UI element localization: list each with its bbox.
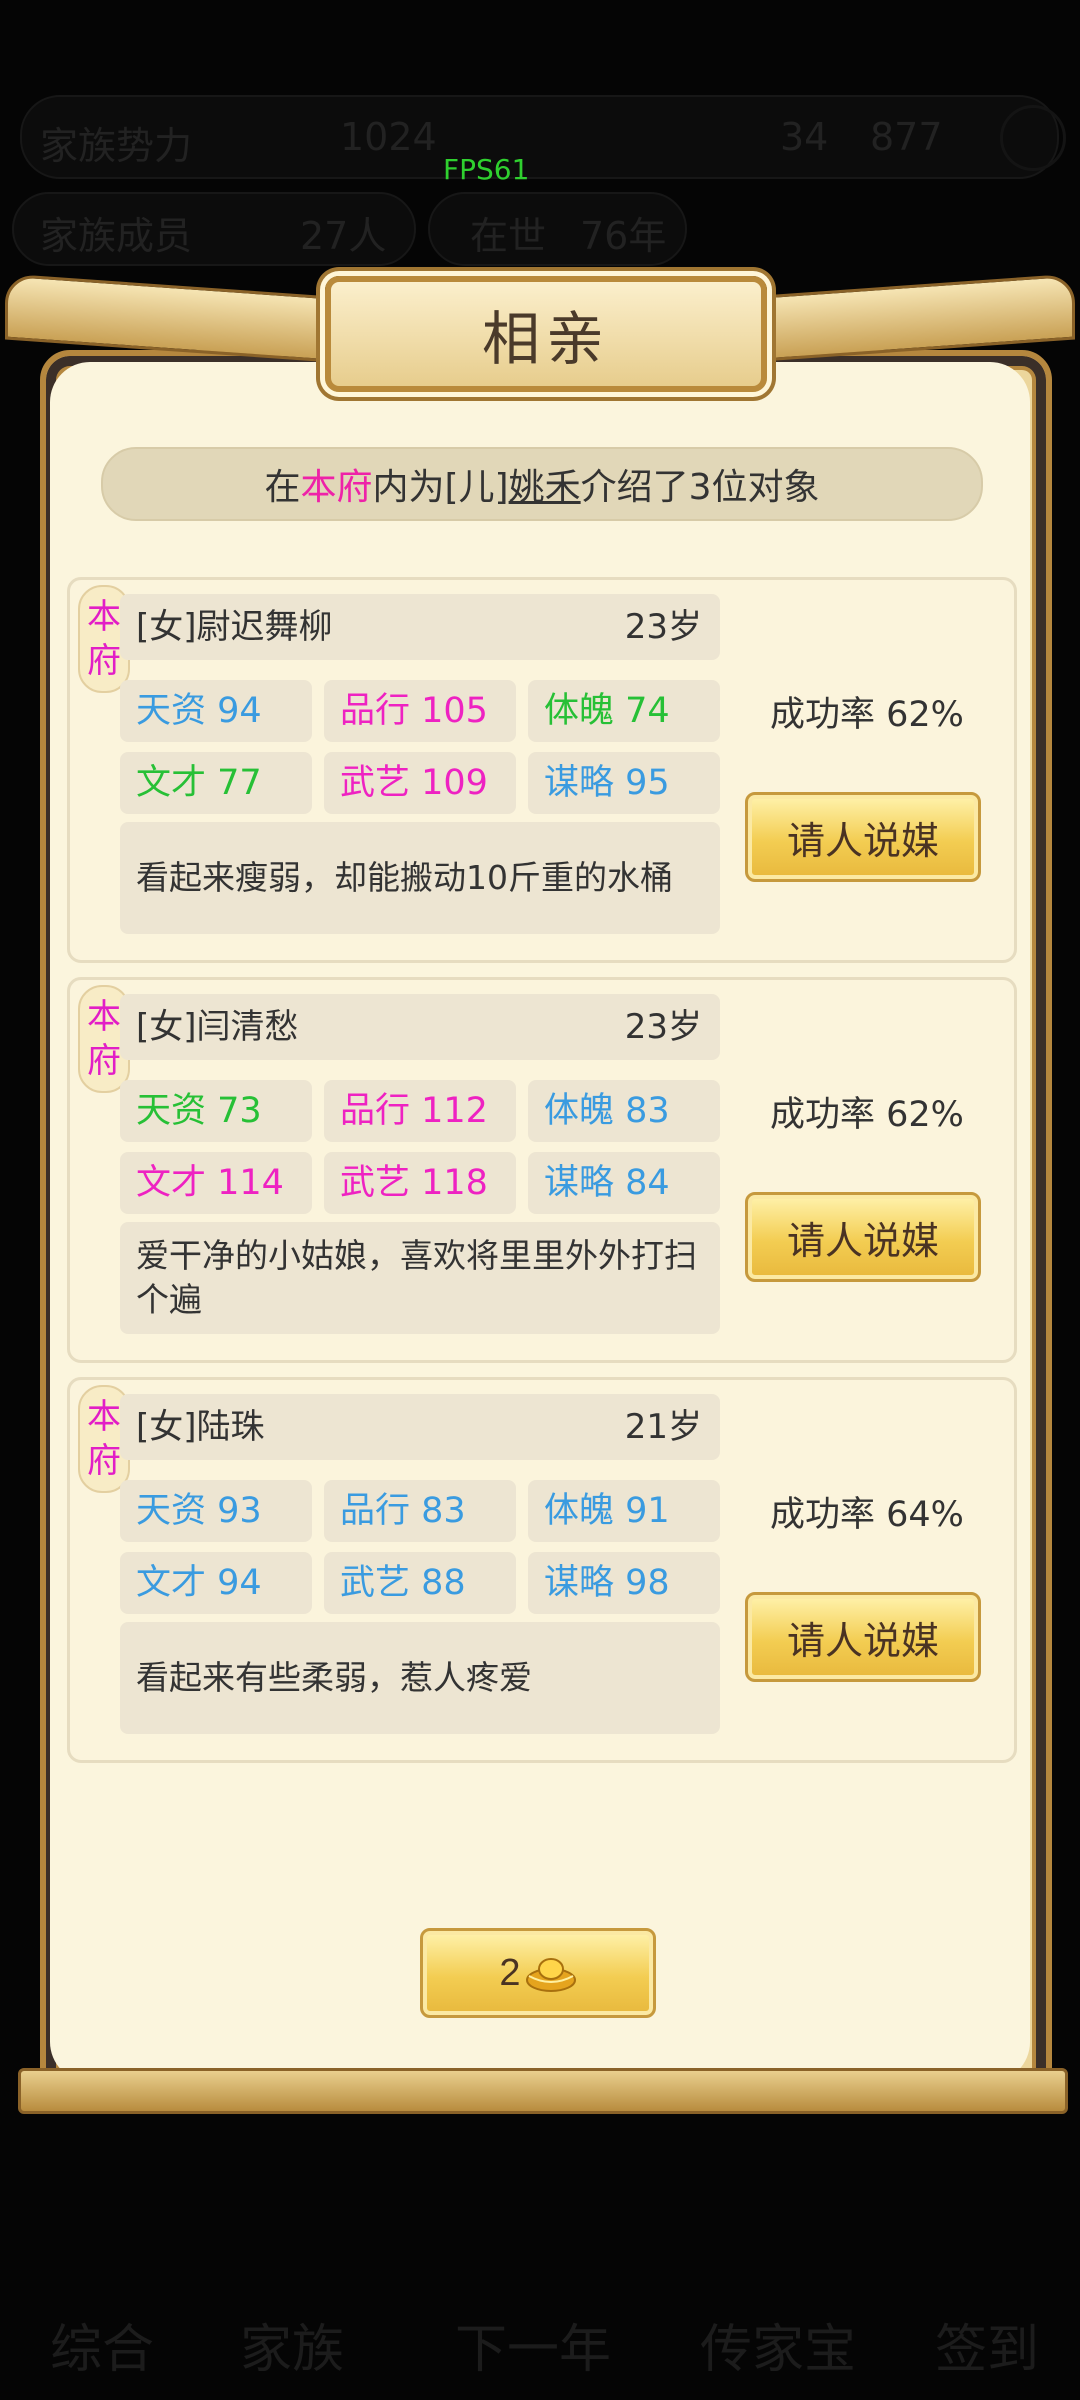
success-rate: 成功率 64% bbox=[770, 1495, 964, 1535]
candidate-card: 本 府 [女]尉迟舞柳 23岁 天资 94 品行 105 体魄 74 文才 77 武艺 1… bbox=[67, 577, 1017, 963]
gold-ingot-icon bbox=[525, 1958, 576, 1992]
candidate-description: 看起来有些柔弱，惹人疼爱 bbox=[120, 1622, 720, 1734]
candidate-stat: 体魄 91 bbox=[528, 1480, 720, 1542]
bg-members-label: 家族成员 bbox=[40, 214, 193, 258]
bg-gem-value: 34 bbox=[780, 115, 829, 159]
nav-general: 综合 bbox=[50, 2320, 155, 2380]
candidate-stat: 天资 94 bbox=[120, 680, 312, 742]
candidate-name: [女]尉迟舞柳 bbox=[136, 607, 333, 647]
candidate-name-row: [女]闫清愁 23岁 bbox=[120, 994, 720, 1060]
candidate-stat: 天资 73 bbox=[120, 1080, 312, 1142]
intro-son-name[interactable]: 姚禾 bbox=[509, 458, 581, 510]
bottom-nav-bg: 综合 家族 下一年 传家宝 签到 bbox=[0, 2200, 1080, 2400]
bg-help-icon bbox=[1000, 105, 1066, 171]
success-rate: 成功率 62% bbox=[770, 695, 964, 735]
candidate-age: 23岁 bbox=[624, 607, 702, 647]
dialog-title: 相亲 bbox=[325, 276, 767, 392]
refresh-candidates-button[interactable]: 2 bbox=[420, 1928, 656, 2018]
candidate-stat: 武艺 88 bbox=[324, 1552, 516, 1614]
candidate-stat: 体魄 83 bbox=[528, 1080, 720, 1142]
matchmake-button[interactable]: 请人说媒 bbox=[745, 1192, 981, 1282]
title-wing-left bbox=[5, 273, 361, 365]
bg-alive-value: 76年 bbox=[580, 214, 667, 258]
bg-alive-label: 在世 bbox=[470, 214, 547, 258]
intro-house: 本府 bbox=[300, 467, 373, 508]
candidate-stat: 武艺 118 bbox=[324, 1152, 516, 1214]
candidate-stat: 谋略 95 bbox=[528, 752, 720, 814]
nav-signin: 签到 bbox=[935, 2320, 1040, 2380]
candidate-name-row: [女]尉迟舞柳 23岁 bbox=[120, 594, 720, 660]
candidate-stat: 武艺 109 bbox=[324, 752, 516, 814]
candidate-stat: 品行 105 bbox=[324, 680, 516, 742]
candidate-stat: 文才 94 bbox=[120, 1552, 312, 1614]
candidate-stat: 谋略 84 bbox=[528, 1152, 720, 1214]
candidate-stat: 文才 77 bbox=[120, 752, 312, 814]
candidate-description: 爱干净的小姑娘，喜欢将里里外外打扫个遍 bbox=[120, 1222, 720, 1334]
candidate-stat: 品行 112 bbox=[324, 1080, 516, 1142]
candidate-name: [女]陆珠 bbox=[136, 1407, 265, 1447]
bg-power-label: 家族势力 bbox=[40, 124, 193, 168]
intro-banner: 在 本府 内为[儿] 姚禾 介绍了3位对象 bbox=[101, 447, 983, 521]
candidate-card: 本 府 [女]陆珠 21岁 天资 93 品行 83 体魄 91 文才 94 武艺 88 谋略… bbox=[67, 1377, 1017, 1763]
candidate-age: 23岁 bbox=[624, 1007, 702, 1047]
intro-text-2: 内为[儿] bbox=[372, 467, 509, 508]
nav-next-year: 下一年 bbox=[455, 2320, 612, 2380]
bg-power-value: 1024 bbox=[340, 115, 437, 159]
dialog-base-bar bbox=[18, 2068, 1068, 2114]
fps-counter: FPS61 bbox=[443, 153, 530, 186]
candidate-stat: 品行 83 bbox=[324, 1480, 516, 1542]
candidate-name: [女]闫清愁 bbox=[136, 1007, 299, 1047]
candidate-name-row: [女]陆珠 21岁 bbox=[120, 1394, 720, 1460]
candidate-age: 21岁 bbox=[624, 1407, 702, 1447]
candidate-stat: 体魄 74 bbox=[528, 680, 720, 742]
intro-text-1: 在 bbox=[264, 467, 301, 508]
bg-coin-value: 877 bbox=[870, 115, 943, 159]
matchmake-button[interactable]: 请人说媒 bbox=[745, 792, 981, 882]
candidate-description: 看起来瘦弱，却能搬动10斤重的水桶 bbox=[120, 822, 720, 934]
candidate-card: 本 府 [女]闫清愁 23岁 天资 73 品行 112 体魄 83 文才 114 武艺 1… bbox=[67, 977, 1017, 1363]
success-rate: 成功率 62% bbox=[770, 1095, 964, 1135]
refresh-cost: 2 bbox=[499, 1951, 521, 1994]
candidate-stat: 天资 93 bbox=[120, 1480, 312, 1542]
bg-members-value: 27人 bbox=[300, 214, 387, 258]
candidate-stat: 文才 114 bbox=[120, 1152, 312, 1214]
intro-text-3: 介绍了3位对象 bbox=[580, 467, 820, 508]
candidate-stat: 谋略 98 bbox=[528, 1552, 720, 1614]
nav-family: 家族 bbox=[240, 2320, 345, 2380]
nav-heirloom: 传家宝 bbox=[700, 2320, 857, 2380]
matchmake-button[interactable]: 请人说媒 bbox=[745, 1592, 981, 1682]
